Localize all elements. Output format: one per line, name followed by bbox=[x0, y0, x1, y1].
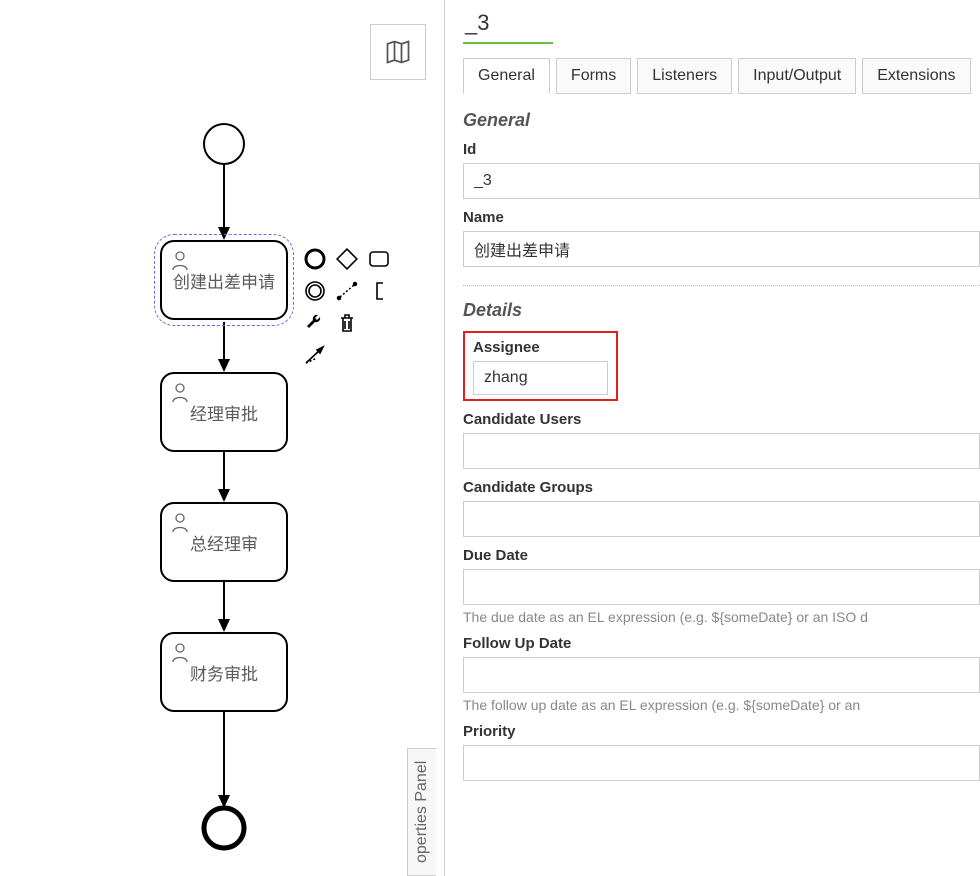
connect-icon[interactable] bbox=[334, 278, 360, 304]
divider bbox=[463, 285, 980, 286]
priority-input[interactable] bbox=[463, 745, 980, 781]
tab-general[interactable]: General bbox=[463, 58, 550, 94]
text-annotation-icon[interactable] bbox=[366, 278, 392, 304]
due-date-label: Due Date bbox=[463, 547, 980, 564]
field-name: Name bbox=[463, 209, 980, 267]
pad-empty bbox=[366, 310, 392, 336]
assignee-input[interactable] bbox=[473, 361, 608, 395]
tab-input-output[interactable]: Input/Output bbox=[738, 58, 856, 94]
user-task-gm-approval[interactable]: 总经理审 bbox=[160, 502, 288, 582]
gateway-icon[interactable] bbox=[334, 246, 360, 272]
user-icon bbox=[170, 642, 190, 669]
candidate-groups-input[interactable] bbox=[463, 501, 980, 537]
task-label: 总经理审 bbox=[190, 530, 258, 555]
context-pad bbox=[302, 246, 392, 368]
due-date-hint: The due date as an EL expression (e.g. $… bbox=[463, 609, 980, 625]
follow-up-date-input[interactable] bbox=[463, 657, 980, 693]
candidate-users-input[interactable] bbox=[463, 433, 980, 469]
candidate-groups-label: Candidate Groups bbox=[463, 479, 980, 496]
name-label: Name bbox=[463, 209, 980, 226]
priority-label: Priority bbox=[463, 723, 980, 740]
wrench-icon[interactable] bbox=[302, 310, 328, 336]
properties-panel-tab[interactable]: operties Panel bbox=[407, 748, 436, 876]
name-input[interactable] bbox=[463, 231, 980, 267]
bpmn-canvas[interactable]: 创建出差申请 bbox=[0, 0, 444, 876]
field-id: Id bbox=[463, 141, 980, 199]
intermediate-event-icon[interactable] bbox=[302, 278, 328, 304]
tab-listeners[interactable]: Listeners bbox=[637, 58, 732, 94]
user-icon bbox=[170, 250, 190, 277]
id-label: Id bbox=[463, 141, 980, 158]
user-icon bbox=[170, 512, 190, 539]
panel-header: _3 bbox=[465, 10, 980, 42]
candidate-users-label: Candidate Users bbox=[463, 411, 980, 428]
user-task-finance-approval[interactable]: 财务审批 bbox=[160, 632, 288, 712]
id-input[interactable] bbox=[463, 163, 980, 199]
field-candidate-users: Candidate Users bbox=[463, 411, 980, 469]
section-details-title: Details bbox=[463, 300, 980, 321]
field-follow-up-date: Follow Up Date The follow up date as an … bbox=[463, 635, 980, 713]
due-date-input[interactable] bbox=[463, 569, 980, 605]
tab-forms[interactable]: Forms bbox=[556, 58, 631, 94]
user-icon bbox=[170, 382, 190, 409]
follow-up-date-label: Follow Up Date bbox=[463, 635, 980, 652]
properties-panel: _3 General Forms Listeners Input/Output … bbox=[444, 0, 980, 876]
header-underline bbox=[463, 42, 553, 44]
field-priority: Priority bbox=[463, 723, 980, 781]
assignee-label: Assignee bbox=[473, 339, 608, 356]
user-task-manager-approval[interactable]: 经理审批 bbox=[160, 372, 288, 452]
task-label: 经理审批 bbox=[190, 400, 258, 425]
field-due-date: Due Date The due date as an EL expressio… bbox=[463, 547, 980, 625]
tab-extensions[interactable]: Extensions bbox=[862, 58, 970, 94]
user-task-create-trip-request[interactable]: 创建出差申请 bbox=[160, 240, 288, 320]
end-event-icon[interactable] bbox=[302, 246, 328, 272]
section-general-title: General bbox=[463, 110, 980, 131]
assignee-highlight: Assignee bbox=[463, 331, 618, 401]
trash-icon[interactable] bbox=[334, 310, 360, 336]
sequence-flow-icon[interactable] bbox=[302, 342, 328, 368]
task-icon[interactable] bbox=[366, 246, 392, 272]
follow-up-date-hint: The follow up date as an EL expression (… bbox=[463, 697, 980, 713]
task-label: 财务审批 bbox=[190, 660, 258, 685]
field-candidate-groups: Candidate Groups bbox=[463, 479, 980, 537]
tabs: General Forms Listeners Input/Output Ext… bbox=[463, 58, 980, 94]
